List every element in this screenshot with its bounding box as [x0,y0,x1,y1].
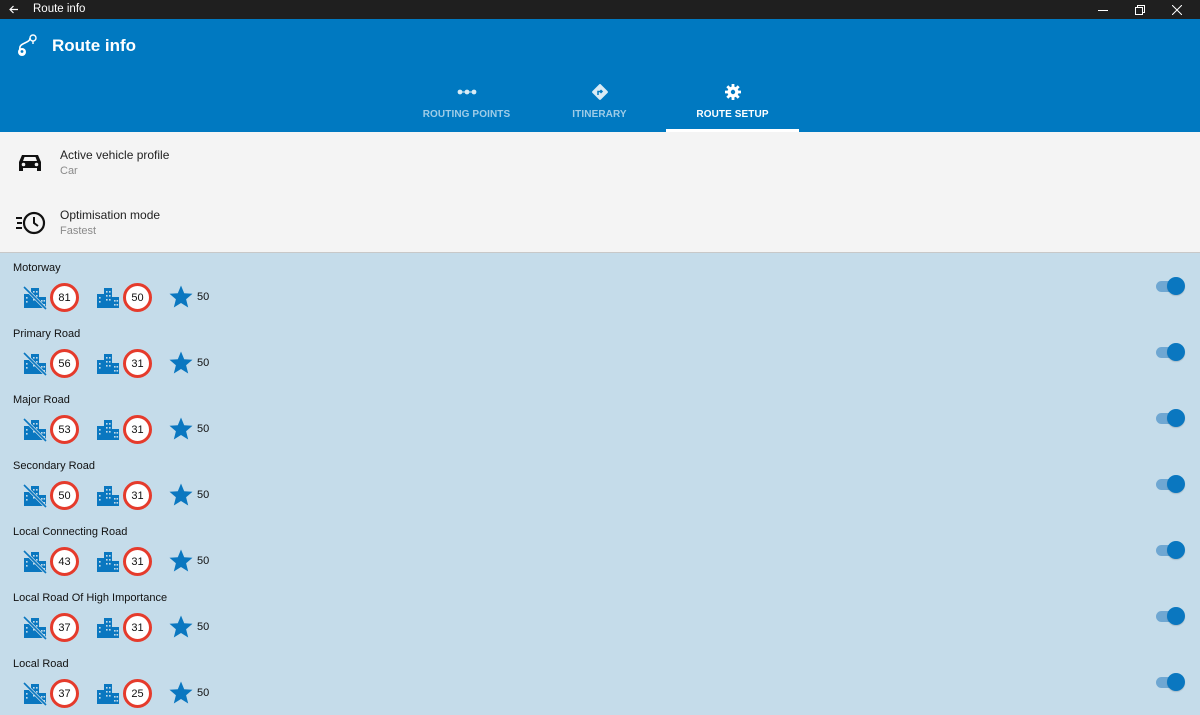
road-enabled-toggle[interactable] [1156,541,1186,559]
turn-sign-icon [590,82,610,102]
star-icon [168,416,194,442]
outside-city-icon [22,614,48,641]
road-row-local-road: Local Road 37 25 50 [0,649,1200,715]
road-enabled-toggle[interactable] [1156,409,1186,427]
star-icon [168,614,194,640]
star-icon [168,482,194,508]
dots-icon [457,82,477,102]
city-buildings-icon [95,680,121,706]
city-buildings-icon [95,482,121,508]
outside-city-icon [22,680,48,707]
road-name: Local Road [13,658,69,670]
outside-city-icon [22,350,48,377]
outside-city-icon [22,416,48,443]
profile-panel: Active vehicle profile Car Optimisation … [0,132,1200,253]
tab-label: ROUTING POINTS [422,109,511,120]
vehicle-profile-row[interactable]: Active vehicle profile Car [0,132,1200,192]
optimisation-mode-row[interactable]: Optimisation mode Fastest [0,192,1200,252]
restore-icon [1135,4,1145,15]
route-icon [14,32,40,60]
city-buildings-icon [95,416,121,442]
road-priority: 50 [197,423,210,435]
road-row-local-connecting-road: Local Connecting Road 43 31 50 [0,517,1200,583]
rural-speed-sign: 50 [50,481,79,510]
road-enabled-toggle[interactable] [1156,673,1186,691]
urban-speed-sign: 50 [123,283,152,312]
optimisation-mode-value: Fastest [60,225,97,237]
urban-speed-sign: 31 [123,481,152,510]
road-enabled-toggle[interactable] [1156,277,1186,295]
star-icon [168,350,194,376]
vehicle-profile-value: Car [60,165,78,177]
road-enabled-toggle[interactable] [1156,475,1186,493]
rural-speed-sign: 81 [50,283,79,312]
urban-speed-sign: 31 [123,613,152,642]
star-icon [168,284,194,310]
road-name: Local Connecting Road [13,526,128,538]
road-row-secondary-road: Secondary Road 50 31 50 [0,451,1200,517]
road-row-local-road-high-importance: Local Road Of High Importance 37 31 50 [0,583,1200,649]
road-priority: 50 [197,357,210,369]
back-arrow-icon[interactable] [8,1,22,18]
city-buildings-icon [95,284,121,310]
close-button[interactable] [1154,0,1200,19]
road-row-motorway: Motorway 81 50 50 [0,253,1200,319]
road-priority: 50 [197,687,210,699]
urban-speed-sign: 31 [123,547,152,576]
outside-city-icon [22,548,48,575]
outside-city-icon [22,284,48,311]
window-title: Route info [33,3,86,15]
road-priority: 50 [197,489,210,501]
rural-speed-sign: 56 [50,349,79,378]
fast-clock-icon [15,208,46,238]
road-row-major-road: Major Road 53 31 50 [0,385,1200,451]
close-icon [1172,4,1182,15]
rural-speed-sign: 37 [50,613,79,642]
road-priority: 50 [197,555,210,567]
star-icon [168,548,194,574]
road-enabled-toggle[interactable] [1156,607,1186,625]
car-icon [15,148,45,178]
road-row-primary-road: Primary Road 56 31 50 [0,319,1200,385]
city-buildings-icon [95,548,121,574]
tab-routing-points[interactable]: ROUTING POINTS [400,73,533,132]
optimisation-mode-title: Optimisation mode [60,208,161,222]
city-buildings-icon [95,614,121,640]
page-title: Route info [52,36,137,55]
road-name: Primary Road [13,328,81,340]
tab-route-setup[interactable]: ROUTE SETUP [666,73,799,132]
rural-speed-sign: 53 [50,415,79,444]
road-name: Major Road [13,394,70,406]
outside-city-icon [22,482,48,509]
road-name: Motorway [13,262,61,274]
city-buildings-icon [95,350,121,376]
window-titlebar: Route info [0,0,1200,19]
star-icon [168,680,194,706]
road-priority: 50 [197,621,210,633]
tab-label: ROUTE SETUP [696,109,769,120]
urban-speed-sign: 25 [123,679,152,708]
minimize-icon [1098,9,1108,11]
road-priority: 50 [197,291,210,303]
road-enabled-toggle[interactable] [1156,343,1186,361]
tab-label: ITINERARY [572,109,627,120]
urban-speed-sign: 31 [123,415,152,444]
road-name: Secondary Road [13,460,95,472]
road-type-list: Motorway 81 50 50 Primary Road 56 31 50 … [0,253,1200,709]
app-header: Route info ROUTING POINTS ITINERARY ROUT… [0,19,1200,132]
rural-speed-sign: 43 [50,547,79,576]
vehicle-profile-title: Active vehicle profile [60,148,170,162]
rural-speed-sign: 37 [50,679,79,708]
tab-itinerary[interactable]: ITINERARY [533,73,666,132]
urban-speed-sign: 31 [123,349,152,378]
road-name: Local Road Of High Importance [13,592,168,604]
gear-icon [723,82,743,102]
